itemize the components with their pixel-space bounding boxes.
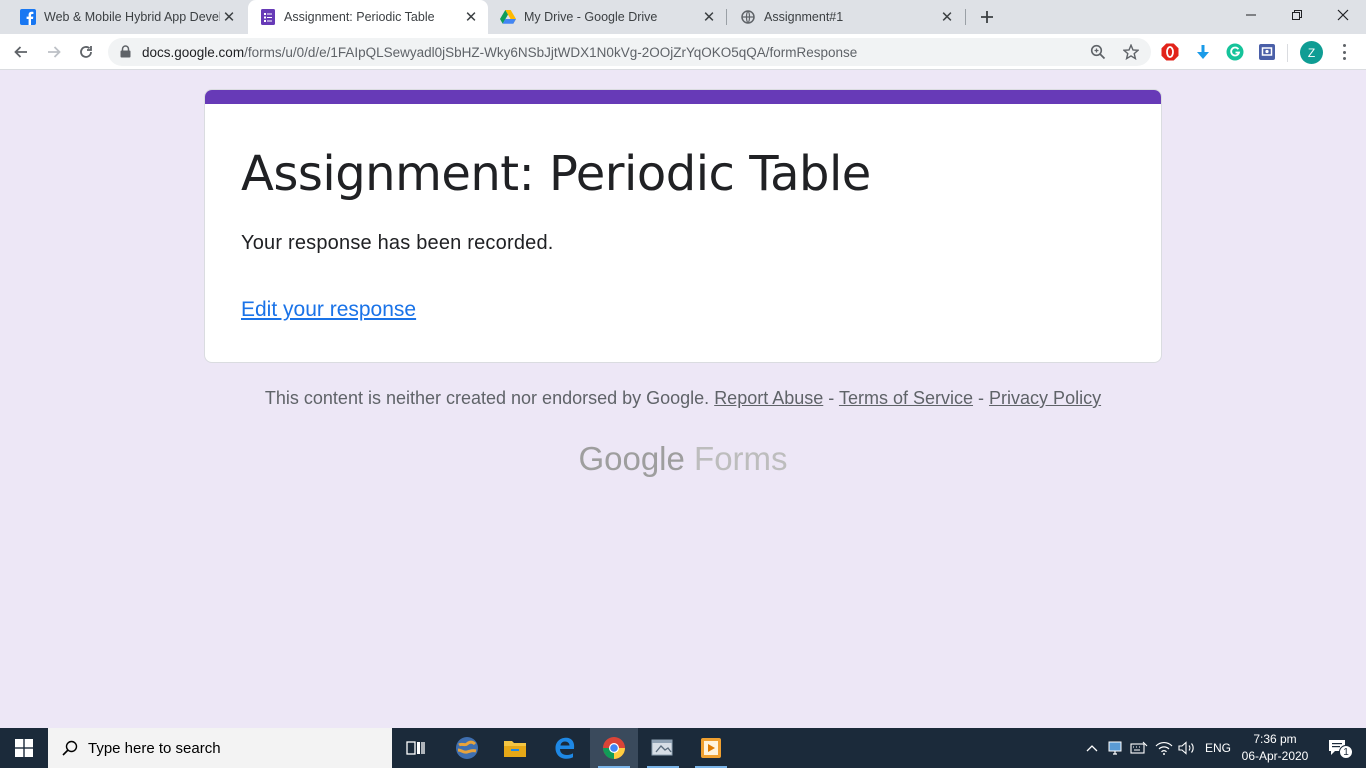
tray-volume-icon[interactable]: [1176, 728, 1198, 768]
tab-title: My Drive - Google Drive: [524, 10, 658, 24]
privacy-policy-link[interactable]: Privacy Policy: [989, 388, 1101, 408]
tab-title: Assignment: Periodic Table: [284, 10, 435, 24]
windows-taskbar: Type here to search ENG 7:36 pm 06-Apr-2…: [0, 728, 1366, 768]
start-button[interactable]: [0, 728, 48, 768]
toolbar-divider: [1287, 44, 1288, 62]
taskbar-app-globe[interactable]: [443, 728, 491, 768]
tray-wifi-icon[interactable]: [1153, 728, 1175, 768]
media-player-icon: [701, 738, 721, 758]
edit-response-link[interactable]: Edit your response: [241, 298, 416, 322]
monitor-icon: [1108, 741, 1122, 755]
notification-count-badge: 1: [1339, 745, 1353, 759]
url-host: docs.google.com: [142, 45, 245, 60]
close-window-button[interactable]: [1320, 0, 1366, 30]
url-text[interactable]: docs.google.com/forms/u/0/d/e/1FAIpQLSew…: [142, 45, 857, 60]
grammarly-extension-icon[interactable]: [1225, 42, 1245, 62]
notification-center-button[interactable]: 1: [1318, 728, 1358, 768]
disclaimer-text: This content is neither created nor endo…: [264, 388, 710, 408]
tab-divider: [726, 9, 727, 25]
task-view-icon: [406, 741, 425, 755]
restore-button[interactable]: [1274, 0, 1320, 30]
forward-button[interactable]: [41, 39, 67, 65]
footer-separator: -: [978, 388, 985, 408]
tab-title: Assignment#1: [764, 10, 844, 24]
close-tab-icon[interactable]: ✕: [462, 8, 480, 26]
browser-menu-icon[interactable]: [1335, 43, 1353, 61]
address-bar[interactable]: docs.google.com/forms/u/0/d/e/1FAIpQLSew…: [108, 38, 1151, 66]
chevron-up-icon: [1086, 745, 1098, 752]
google-forms-logo[interactable]: Google Forms: [0, 440, 1366, 478]
report-abuse-link[interactable]: Report Abuse: [714, 388, 823, 408]
tab-assignment-periodic-table[interactable]: Assignment: Periodic Table ✕: [248, 0, 488, 34]
globe-icon: [740, 9, 756, 25]
taskbar-app-file-explorer[interactable]: [491, 728, 539, 768]
search-placeholder: Type here to search: [88, 739, 221, 757]
google-drive-icon: [500, 9, 516, 25]
keyboard-icon: [1130, 741, 1148, 754]
form-confirmation-card: Assignment: Periodic Table Your response…: [204, 89, 1162, 363]
clock-date: 06-Apr-2020: [1241, 749, 1309, 763]
tab-strip: Web & Mobile Hybrid App Devel ✕ Assignme…: [0, 0, 1366, 34]
chrome-icon: [603, 737, 625, 759]
tab-title: Web & Mobile Hybrid App Devel: [44, 10, 220, 24]
globe-app-icon: [456, 737, 478, 759]
tray-display-icon[interactable]: [1104, 728, 1126, 768]
facebook-icon: [20, 9, 36, 25]
speaker-icon: [1178, 741, 1194, 755]
close-tab-icon[interactable]: ✕: [220, 8, 238, 26]
terms-of-service-link[interactable]: Terms of Service: [839, 388, 973, 408]
logo-forms-text: Forms: [694, 440, 788, 477]
taskbar-app-media[interactable]: [687, 728, 735, 768]
profile-avatar[interactable]: Z: [1300, 41, 1323, 64]
system-clock[interactable]: 7:36 pm 06-Apr-2020: [1238, 731, 1312, 765]
tab-google-drive[interactable]: My Drive - Google Drive ✕: [488, 0, 726, 34]
taskbar-app-edge[interactable]: [541, 728, 589, 768]
adblock-extension-icon[interactable]: [1160, 42, 1180, 62]
edge-icon: [555, 737, 575, 759]
lock-icon[interactable]: [120, 45, 131, 63]
language-indicator[interactable]: ENG: [1200, 728, 1236, 768]
tray-keyboard-icon[interactable]: [1128, 728, 1150, 768]
windows-logo-icon: [15, 739, 33, 757]
browser-toolbar: docs.google.com/forms/u/0/d/e/1FAIpQLSew…: [0, 34, 1366, 70]
url-path: /forms/u/0/d/e/1FAIpQLSewyadl0jSbHZ-Wky6…: [244, 45, 858, 60]
tab-facebook[interactable]: Web & Mobile Hybrid App Devel ✕: [8, 0, 246, 34]
footer-disclaimer: This content is neither created nor endo…: [0, 388, 1366, 409]
folder-icon: [504, 741, 526, 757]
bookmark-star-icon[interactable]: [1122, 43, 1140, 61]
screenshot-extension-icon[interactable]: [1257, 42, 1277, 62]
card-accent-bar: [205, 90, 1161, 104]
footer-separator: -: [828, 388, 835, 408]
close-tab-icon[interactable]: ✕: [700, 8, 718, 26]
taskbar-app-snipping[interactable]: [639, 728, 687, 768]
confirmation-message: Your response has been recorded.: [241, 232, 554, 254]
google-forms-icon: [260, 9, 276, 25]
reload-button[interactable]: [73, 39, 99, 65]
zoom-icon[interactable]: [1089, 43, 1107, 61]
form-title: Assignment: Periodic Table: [241, 146, 871, 202]
task-view-button[interactable]: [392, 728, 440, 768]
search-icon: [62, 740, 78, 756]
back-button[interactable]: [8, 39, 34, 65]
tab-assignment-1[interactable]: Assignment#1 ✕: [728, 0, 964, 34]
new-tab-button[interactable]: [975, 5, 999, 29]
download-extension-icon[interactable]: [1193, 42, 1213, 62]
wifi-icon: [1155, 742, 1173, 755]
taskbar-search-box[interactable]: Type here to search: [48, 728, 392, 768]
taskbar-app-chrome[interactable]: [590, 728, 638, 768]
show-hidden-icons-button[interactable]: [1082, 728, 1102, 768]
clock-time: 7:36 pm: [1253, 732, 1297, 746]
minimize-button[interactable]: [1228, 0, 1274, 30]
logo-google-text: Google: [578, 440, 685, 477]
close-tab-icon[interactable]: ✕: [938, 8, 956, 26]
window-app-icon: [651, 739, 673, 756]
tab-divider: [965, 9, 966, 25]
